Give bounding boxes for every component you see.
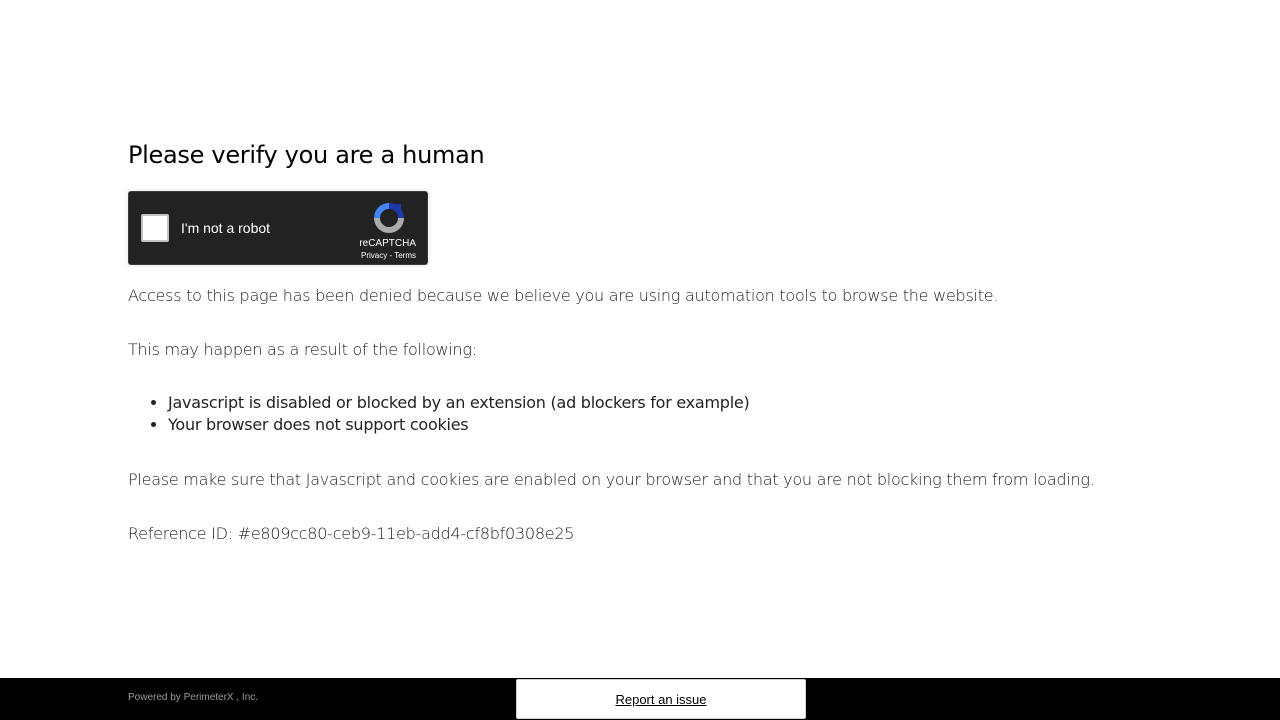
- page-title: Please verify you are a human: [128, 141, 485, 169]
- recaptcha-links: Privacy - Terms: [361, 251, 416, 260]
- reasons-list: Javascript is disabled or blocked by an …: [128, 392, 750, 436]
- footer: Powered by PerimeterX , Inc. Report an i…: [0, 678, 1280, 720]
- may-happen-message: This may happen as a result of the follo…: [128, 340, 477, 359]
- reference-id: Reference ID: #e809cc80-ceb9-11eb-add4-c…: [128, 524, 575, 543]
- privacy-link[interactable]: Privacy: [361, 251, 387, 260]
- make-sure-message: Please make sure that Javascript and coo…: [128, 470, 1095, 489]
- recaptcha-widget: I'm not a robot reCAPTCHA Privacy - Term…: [128, 191, 428, 265]
- recaptcha-label: I'm not a robot: [181, 220, 271, 236]
- report-issue-button[interactable]: Report an issue: [516, 679, 806, 719]
- powered-by-text: Powered by PerimeterX , Inc.: [128, 692, 259, 703]
- list-item: Your browser does not support cookies: [168, 414, 749, 436]
- recaptcha-logo-icon: [374, 203, 404, 233]
- list-item: Javascript is disabled or blocked by an …: [168, 392, 750, 414]
- page: Please verify you are a human I'm not a …: [0, 0, 1280, 720]
- main-content: Please verify you are a human I'm not a …: [128, 138, 1128, 543]
- terms-link[interactable]: Terms: [394, 251, 416, 260]
- recaptcha-checkbox[interactable]: [141, 214, 169, 242]
- recaptcha-brand: reCAPTCHA: [359, 238, 416, 249]
- denied-message: Access to this page has been denied beca…: [128, 286, 999, 305]
